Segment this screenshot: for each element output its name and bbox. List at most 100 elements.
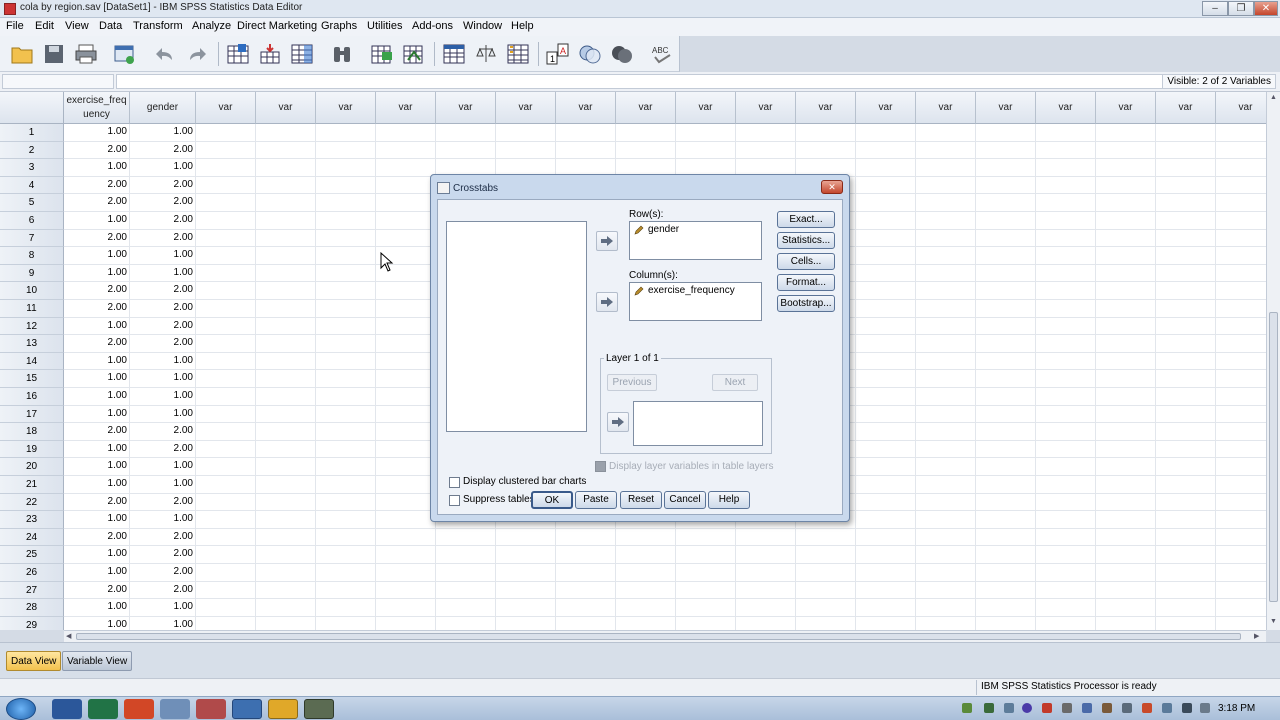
outlook-taskbar-icon[interactable] [268,699,298,719]
scroll-up-arrow-icon[interactable]: ▲ [1270,94,1277,101]
columns-list[interactable]: exercise_frequency [629,282,762,321]
previous-layer-button[interactable]: Previous [607,374,657,391]
data-cell[interactable]: 1.00 [130,159,196,177]
menu-data[interactable]: Data [99,20,122,32]
data-cell[interactable]: 1.00 [130,264,196,283]
redo-icon[interactable] [186,42,210,66]
row-header[interactable]: 14 [0,352,64,371]
show-all-variables-icon[interactable] [610,42,634,66]
column-header[interactable]: var [856,92,916,124]
row-header[interactable]: 7 [0,229,64,248]
dialog-close-button[interactable]: ✕ [821,180,843,194]
row-header[interactable]: 4 [0,176,64,195]
data-cell[interactable]: 1.00 [64,247,130,265]
data-cell[interactable]: 2.00 [64,528,130,547]
tray-icon[interactable] [962,703,972,713]
row-header[interactable]: 16 [0,388,64,406]
data-cell[interactable]: 1.00 [64,405,130,424]
data-cell[interactable]: 2.00 [64,581,130,600]
column-header[interactable]: var [256,92,316,124]
tray-icon[interactable] [1022,703,1032,713]
grid-corner[interactable] [0,92,64,124]
next-layer-button[interactable]: Next [712,374,758,391]
row-header[interactable]: 12 [0,317,64,336]
row-header[interactable]: 13 [0,335,64,353]
row-header[interactable]: 5 [0,194,64,212]
column-header[interactable]: var [676,92,736,124]
column-header[interactable]: var [1156,92,1216,124]
data-cell[interactable]: 1.00 [64,264,130,283]
recall-dialog-icon[interactable] [112,42,136,66]
data-cell[interactable]: 2.00 [130,564,196,582]
row-header[interactable]: 8 [0,247,64,265]
data-cell[interactable]: 2.00 [130,212,196,230]
data-cell[interactable]: 1.00 [64,388,130,406]
column-header[interactable]: var [976,92,1036,124]
row-header[interactable]: 17 [0,405,64,424]
browser-taskbar-icon[interactable] [232,699,262,719]
row-header[interactable]: 26 [0,564,64,582]
horizontal-scrollbar[interactable]: ◀ ▶ [64,630,1266,642]
horizontal-scroll-thumb[interactable] [76,633,1241,640]
data-cell[interactable]: 1.00 [130,247,196,265]
data-cell[interactable]: 2.00 [130,282,196,300]
find-binoculars-icon[interactable] [330,42,354,66]
row-header[interactable]: 28 [0,599,64,617]
layer-list[interactable] [633,401,763,446]
spss-taskbar-icon[interactable] [304,699,334,719]
data-cell[interactable]: 2.00 [64,423,130,441]
clustered-bar-charts-checkbox[interactable] [449,477,460,488]
use-variable-sets-icon[interactable] [578,42,602,66]
minimize-button[interactable]: – [1202,1,1228,16]
row-header[interactable]: 15 [0,370,64,388]
data-cell[interactable]: 2.00 [130,423,196,441]
data-cell[interactable]: 2.00 [130,440,196,459]
menu-utilities[interactable]: Utilities [367,20,402,32]
scroll-right-arrow-icon[interactable]: ▶ [1254,632,1259,640]
data-cell[interactable]: 2.00 [64,176,130,195]
cell-reference-box[interactable] [2,74,114,89]
statistics-button[interactable]: Statistics... [777,232,835,249]
print-icon[interactable] [74,42,98,66]
menu-view[interactable]: View [65,20,89,32]
row-header[interactable]: 25 [0,546,64,564]
data-cell[interactable]: 1.00 [64,352,130,371]
data-cell[interactable]: 1.00 [130,370,196,388]
move-to-layer-button[interactable] [607,412,629,432]
column-header[interactable]: var [316,92,376,124]
data-cell[interactable]: 1.00 [64,212,130,230]
rows-list[interactable]: gender [629,221,762,260]
column-header[interactable]: var [556,92,616,124]
variables-icon[interactable] [290,42,314,66]
data-cell[interactable]: 2.00 [64,194,130,212]
start-button[interactable] [6,698,36,720]
document-taskbar-icon[interactable] [160,699,190,719]
split-file-icon[interactable] [442,42,466,66]
data-cell[interactable]: 1.00 [64,616,130,630]
data-cell[interactable]: 1.00 [64,511,130,529]
row-header[interactable]: 19 [0,440,64,459]
data-cell[interactable]: 2.00 [130,176,196,195]
data-cell[interactable]: 2.00 [130,141,196,160]
menu-help[interactable]: Help [511,20,534,32]
undo-icon[interactable] [152,42,176,66]
column-header[interactable]: exercise_frequency [64,92,130,124]
insert-variable-icon[interactable] [402,42,426,66]
cancel-button[interactable]: Cancel [664,491,706,509]
scroll-down-arrow-icon[interactable]: ▼ [1270,618,1277,625]
go-to-case-icon[interactable] [226,42,250,66]
tray-icon[interactable] [1082,703,1092,713]
list-item[interactable]: gender [634,224,679,235]
suppress-tables-checkbox[interactable] [449,495,460,506]
go-to-variable-icon[interactable] [258,42,282,66]
data-cell[interactable]: 1.00 [130,388,196,406]
bootstrap-button[interactable]: Bootstrap... [777,295,835,312]
data-cell[interactable]: 1.00 [130,476,196,494]
data-cell[interactable]: 2.00 [64,229,130,248]
tray-icon[interactable] [1102,703,1112,713]
row-header[interactable]: 24 [0,528,64,547]
data-cell[interactable]: 1.00 [130,124,196,142]
data-cell[interactable]: 2.00 [64,282,130,300]
tray-icon[interactable] [1004,703,1014,713]
excel-taskbar-icon[interactable] [88,699,118,719]
